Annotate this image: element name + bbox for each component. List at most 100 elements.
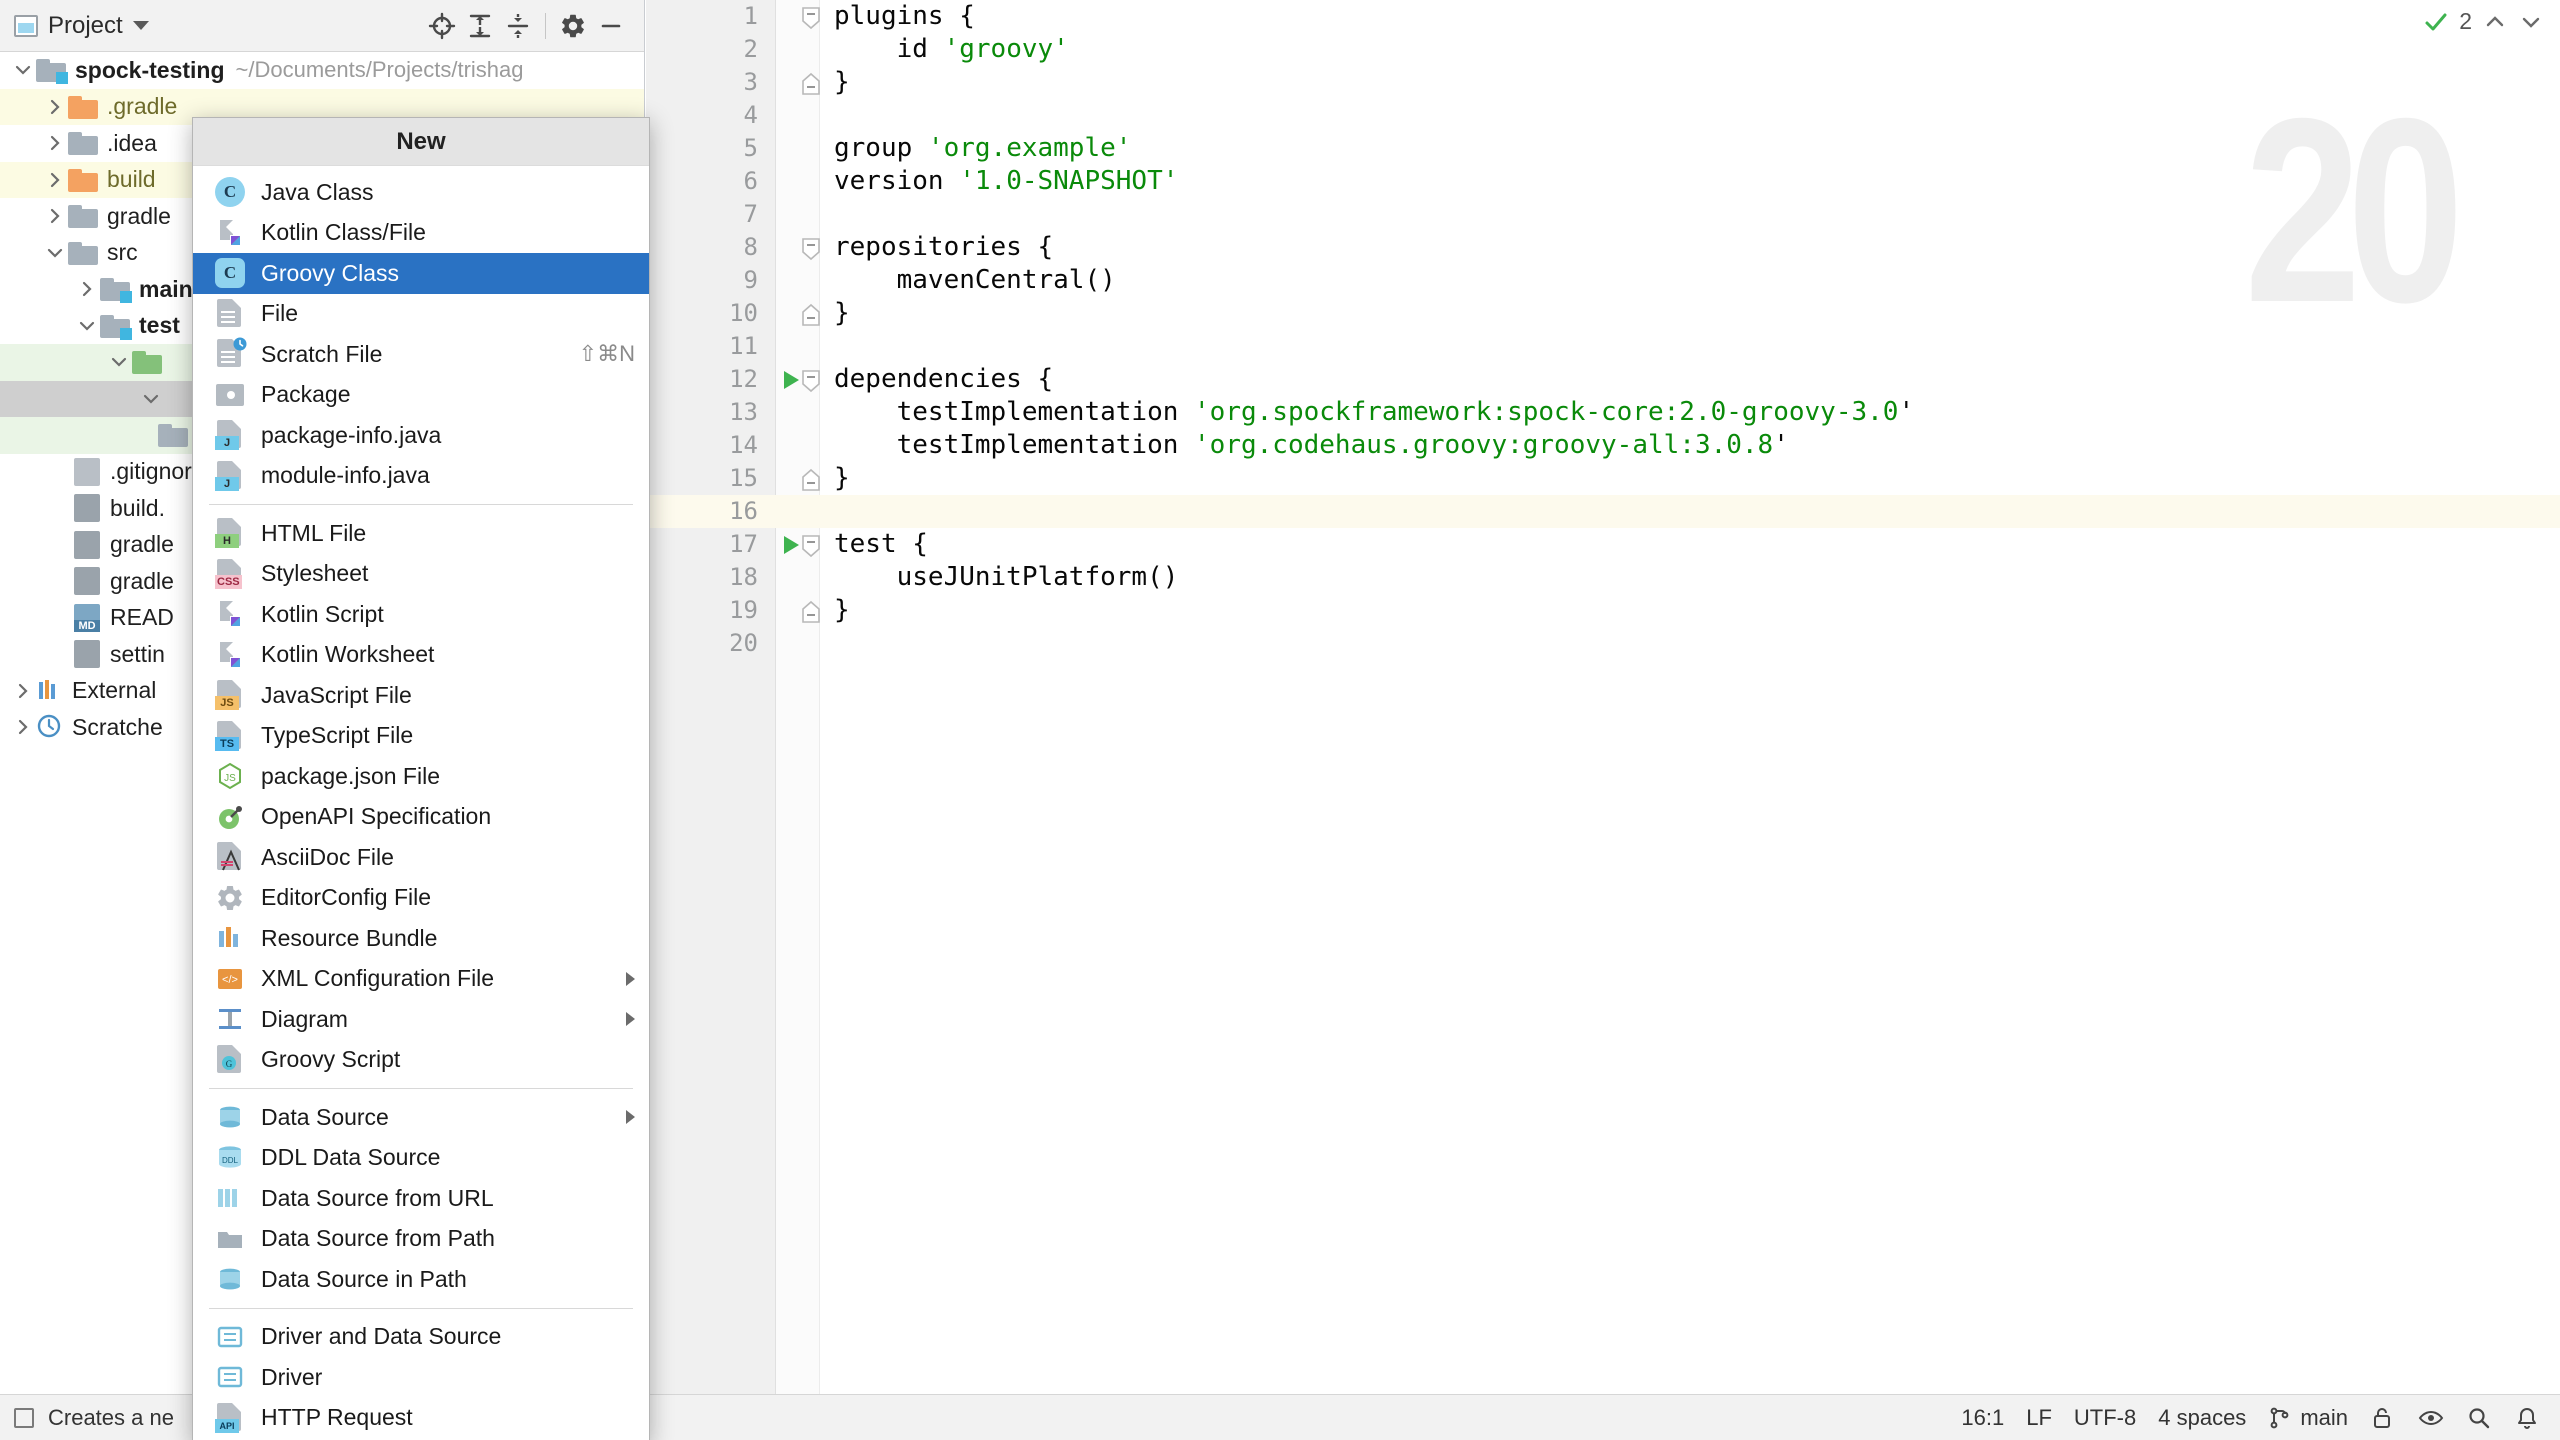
menu-item-stylesheet[interactable]: CSSStylesheet bbox=[193, 554, 649, 595]
menu-item-package[interactable]: Package bbox=[193, 375, 649, 416]
menu-item-javascript-file[interactable]: JSJavaScript File bbox=[193, 675, 649, 716]
chevron-down-icon[interactable] bbox=[138, 389, 164, 409]
fold-end-icon[interactable] bbox=[801, 72, 821, 92]
file-icon bbox=[215, 299, 245, 329]
collapse-all-icon[interactable] bbox=[499, 7, 537, 45]
menu-item-label: DDL Data Source bbox=[261, 1144, 635, 1171]
chevron-right-icon[interactable] bbox=[10, 717, 36, 737]
code-line[interactable]: 4 bbox=[646, 99, 2560, 132]
code-line[interactable]: 3} bbox=[646, 66, 2560, 99]
code-line[interactable]: 15} bbox=[646, 462, 2560, 495]
new-file-context-menu[interactable]: New CJava ClassKotlin Class/FileCGroovy … bbox=[192, 117, 650, 1440]
hide-panel-icon[interactable] bbox=[592, 7, 630, 45]
menu-item-module-info-java[interactable]: Jmodule-info.java bbox=[193, 456, 649, 497]
locate-icon[interactable] bbox=[423, 7, 461, 45]
search-icon[interactable] bbox=[2466, 1406, 2492, 1430]
submenu-arrow-icon[interactable] bbox=[626, 1012, 635, 1026]
chevron-down-icon[interactable] bbox=[42, 243, 68, 263]
file-encoding[interactable]: UTF-8 bbox=[2074, 1405, 2136, 1431]
menu-item-data-source-from-url[interactable]: Data Source from URL bbox=[193, 1178, 649, 1219]
code-line[interactable]: 8repositories { bbox=[646, 231, 2560, 264]
menu-item-kotlin-worksheet[interactable]: Kotlin Worksheet bbox=[193, 635, 649, 676]
code-line[interactable]: 19} bbox=[646, 594, 2560, 627]
chevron-down-icon[interactable] bbox=[10, 60, 36, 80]
fold-end-icon[interactable] bbox=[801, 468, 821, 488]
code-line[interactable]: 20 bbox=[646, 627, 2560, 660]
code-editor[interactable]: 20 2 1plugins {2 id 'groovy'3}45group 'o… bbox=[646, 0, 2560, 1394]
project-panel-title-group[interactable]: Project bbox=[14, 12, 149, 40]
menu-item-kotlin-script[interactable]: Kotlin Script bbox=[193, 594, 649, 635]
code-line[interactable]: 9 mavenCentral() bbox=[646, 264, 2560, 297]
expand-all-icon[interactable] bbox=[461, 7, 499, 45]
chevron-right-icon[interactable] bbox=[42, 133, 68, 153]
fold-start-icon[interactable] bbox=[801, 237, 821, 257]
code-line[interactable]: 10} bbox=[646, 297, 2560, 330]
menu-item-kotlin-class-file[interactable]: Kotlin Class/File bbox=[193, 213, 649, 254]
menu-item-driver[interactable]: Driver bbox=[193, 1357, 649, 1398]
menu-item-package-info-java[interactable]: Jpackage-info.java bbox=[193, 415, 649, 456]
code-line[interactable]: 7 bbox=[646, 198, 2560, 231]
menu-item-list[interactable]: CJava ClassKotlin Class/FileCGroovy Clas… bbox=[193, 166, 649, 1438]
code-line[interactable]: 11 bbox=[646, 330, 2560, 363]
menu-item-asciidoc-file[interactable]: AsciiDoc File bbox=[193, 837, 649, 878]
run-gutter-icon[interactable] bbox=[784, 536, 799, 554]
chevron-down-icon[interactable] bbox=[106, 352, 132, 372]
menu-item-package-json-file[interactable]: JSpackage.json File bbox=[193, 756, 649, 797]
chevron-right-icon[interactable] bbox=[42, 206, 68, 226]
menu-item-openapi-specification[interactable]: OpenAPI Specification bbox=[193, 797, 649, 838]
fold-start-icon[interactable] bbox=[801, 369, 821, 389]
menu-item-groovy-script[interactable]: GGroovy Script bbox=[193, 1040, 649, 1081]
code-line[interactable]: 16 bbox=[646, 495, 2560, 528]
code-line[interactable]: 1plugins { bbox=[646, 0, 2560, 33]
gear-icon[interactable] bbox=[554, 7, 592, 45]
tree-row[interactable]: spock-testing ~/Documents/Projects/trish… bbox=[0, 52, 644, 89]
indent-setting[interactable]: 4 spaces bbox=[2158, 1405, 2246, 1431]
chevron-down-icon[interactable] bbox=[74, 316, 100, 336]
menu-item-http-request[interactable]: APIHTTP Request bbox=[193, 1398, 649, 1439]
menu-item-groovy-class[interactable]: CGroovy Class bbox=[193, 253, 649, 294]
chevron-right-icon[interactable] bbox=[42, 97, 68, 117]
lock-icon[interactable] bbox=[2370, 1406, 2396, 1430]
chevron-right-icon[interactable] bbox=[42, 170, 68, 190]
submenu-arrow-icon[interactable] bbox=[626, 1110, 635, 1124]
menu-item-editorconfig-file[interactable]: EditorConfig File bbox=[193, 878, 649, 919]
code-line[interactable]: 6version '1.0-SNAPSHOT' bbox=[646, 165, 2560, 198]
menu-item-file[interactable]: File bbox=[193, 294, 649, 335]
menu-item-java-class[interactable]: CJava Class bbox=[193, 172, 649, 213]
menu-item-xml-configuration-file[interactable]: </>XML Configuration File bbox=[193, 959, 649, 1000]
fold-start-icon[interactable] bbox=[801, 6, 821, 26]
submenu-arrow-icon[interactable] bbox=[626, 972, 635, 986]
run-gutter-icon[interactable] bbox=[784, 371, 799, 389]
menu-item-diagram[interactable]: Diagram bbox=[193, 999, 649, 1040]
code-line[interactable]: 13 testImplementation 'org.spockframewor… bbox=[646, 396, 2560, 429]
code-text: } bbox=[834, 594, 850, 627]
menu-item-scratch-file[interactable]: Scratch File⇧⌘N bbox=[193, 334, 649, 375]
notifications-icon[interactable] bbox=[2514, 1406, 2540, 1430]
fold-start-icon[interactable] bbox=[801, 534, 821, 554]
code-line[interactable]: 2 id 'groovy' bbox=[646, 33, 2560, 66]
todo-icon[interactable] bbox=[14, 1408, 34, 1428]
menu-item-data-source[interactable]: Data Source bbox=[193, 1097, 649, 1138]
line-separator[interactable]: LF bbox=[2026, 1405, 2052, 1431]
menu-item-ddl-data-source[interactable]: DDLDDL Data Source bbox=[193, 1138, 649, 1179]
menu-item-html-file[interactable]: HHTML File bbox=[193, 513, 649, 554]
menu-item-data-source-from-path[interactable]: Data Source from Path bbox=[193, 1219, 649, 1260]
code-line[interactable]: 18 useJUnitPlatform() bbox=[646, 561, 2560, 594]
code-content[interactable]: 1plugins {2 id 'groovy'3}45group 'org.ex… bbox=[646, 0, 2560, 1394]
menu-item-typescript-file[interactable]: TSTypeScript File bbox=[193, 716, 649, 757]
chevron-right-icon[interactable] bbox=[74, 279, 100, 299]
menu-item-driver-and-data-source[interactable]: Driver and Data Source bbox=[193, 1317, 649, 1358]
code-line[interactable]: 14 testImplementation 'org.codehaus.groo… bbox=[646, 429, 2560, 462]
git-branch-widget[interactable]: main bbox=[2268, 1405, 2348, 1431]
chevron-right-icon[interactable] bbox=[10, 681, 36, 701]
inspections-eye-icon[interactable] bbox=[2418, 1406, 2444, 1430]
code-line[interactable]: 5group 'org.example' bbox=[646, 132, 2560, 165]
code-line[interactable]: 17test { bbox=[646, 528, 2560, 561]
menu-item-resource-bundle[interactable]: Resource Bundle bbox=[193, 918, 649, 959]
chevron-down-icon[interactable] bbox=[133, 21, 149, 30]
fold-end-icon[interactable] bbox=[801, 303, 821, 323]
menu-item-data-source-in-path[interactable]: Data Source in Path bbox=[193, 1259, 649, 1300]
fold-end-icon[interactable] bbox=[801, 600, 821, 620]
code-line[interactable]: 12dependencies { bbox=[646, 363, 2560, 396]
caret-position[interactable]: 16:1 bbox=[1961, 1405, 2004, 1431]
